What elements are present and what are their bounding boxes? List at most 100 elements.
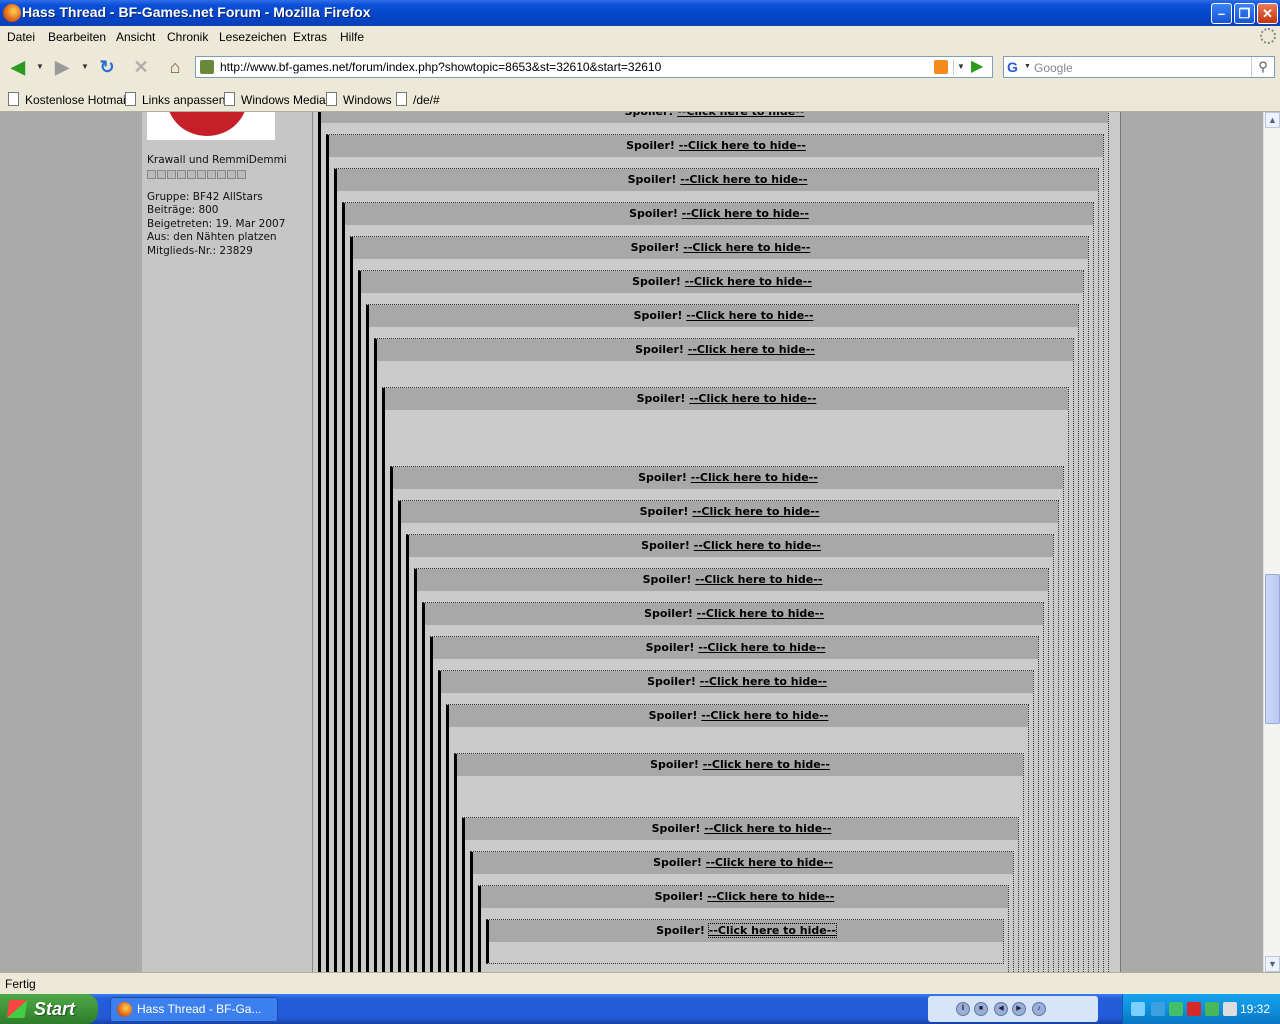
scroll-up-button[interactable]: ▲ (1265, 112, 1280, 128)
spoiler-toggle-link[interactable]: --Click here to hide-- (698, 641, 825, 654)
volume-button[interactable]: ♪ (1032, 1002, 1046, 1016)
bookmark-item[interactable]: Links anpassen (125, 92, 225, 107)
menu-datei[interactable]: Datei (7, 30, 35, 44)
bookmarks-toolbar: Kostenlose Hotmail Links anpassen Window… (0, 86, 1280, 112)
spoiler-label: Spoiler! (639, 505, 689, 518)
spoiler-label: Spoiler! (632, 275, 681, 288)
previous-button[interactable]: ◀ (994, 1002, 1008, 1016)
page-icon (396, 92, 407, 106)
spoiler-toggle-link[interactable]: --Click here to hide-- (707, 890, 834, 903)
spoiler-toggle-link[interactable]: --Click here to hide-- (689, 392, 816, 405)
stop-media-button[interactable]: ■ (974, 1002, 988, 1016)
spoiler-toggle-link[interactable]: --Click here to hide-- (691, 471, 818, 484)
spoiler-header: Spoiler! --Click here to hide-- (489, 920, 1003, 942)
member-number: Mitglieds-Nr.: 23829 (147, 244, 253, 257)
menu-lesezeichen[interactable]: Lesezeichen (219, 30, 286, 44)
quote-border (374, 339, 377, 972)
title-bar: Hass Thread - BF-Games.net Forum - Mozil… (0, 0, 1280, 26)
member-posts: Beiträge: 800 (147, 204, 219, 217)
menu-ansicht[interactable]: Ansicht (116, 30, 155, 44)
spoiler-label: Spoiler! (642, 573, 692, 586)
network-icon[interactable] (1151, 1002, 1165, 1016)
address-bar[interactable]: http://www.bf-games.net/forum/index.php?… (195, 56, 993, 78)
spoiler-toggle-link[interactable]: --Click here to hide-- (683, 241, 810, 254)
go-button[interactable]: ▶ (971, 58, 989, 76)
antivirus-icon[interactable] (1187, 1002, 1201, 1016)
spoiler-toggle-link[interactable]: --Click here to hide-- (679, 139, 806, 152)
spoiler-toggle-link[interactable]: --Click here to hide-- (704, 822, 831, 835)
clock: 19:32 (1239, 1002, 1270, 1016)
spoiler-toggle-link[interactable]: --Click here to hide-- (682, 207, 809, 220)
search-engine-dropdown[interactable]: ▼ (1024, 63, 1031, 70)
menu-chronik[interactable]: Chronik (167, 30, 208, 44)
bookmark-item[interactable]: Windows Media (224, 92, 326, 107)
forward-history-dropdown[interactable]: ▼ (81, 62, 89, 71)
spoiler-label: Spoiler! (629, 207, 678, 220)
spoiler-toggle-link[interactable]: --Click here to hide-- (688, 343, 815, 356)
spoiler-toggle-link[interactable]: --Click here to hide-- (703, 758, 830, 771)
spoiler-toggle-link[interactable]: --Click here to hide-- (692, 505, 819, 518)
quote-border (414, 569, 417, 972)
menu-bearbeiten[interactable]: Bearbeiten (48, 30, 106, 44)
taskbar-window-button[interactable]: Hass Thread - BF-Ga... (110, 997, 278, 1022)
spoiler-toggle-link[interactable]: --Click here to hide-- (685, 275, 812, 288)
next-button[interactable]: ▶ (1012, 1002, 1026, 1016)
spoiler-header: Spoiler! --Click here to hide-- (393, 467, 1063, 489)
messenger-icon[interactable] (1205, 1002, 1219, 1016)
spoiler-toggle-link[interactable]: --Click here to hide-- (701, 709, 828, 722)
spoiler-toggle-link[interactable]: --Click here to hide-- (694, 539, 821, 552)
spoiler-toggle-link[interactable]: --Click here to hide-- (707, 923, 837, 938)
start-button[interactable]: Start (0, 994, 98, 1024)
taskbar: Start Hass Thread - BF-Ga... ‖ ■ ◀ ▶ ♪ 1… (0, 994, 1280, 1024)
bookmark-item[interactable]: Kostenlose Hotmail (8, 92, 128, 107)
spoiler-header: Spoiler! --Click here to hide-- (433, 637, 1038, 659)
menu-extras[interactable]: Extras (293, 30, 327, 44)
spoiler-toggle-link[interactable]: --Click here to hide-- (706, 856, 833, 869)
bookmark-item[interactable]: Windows (326, 92, 392, 107)
system-tray: 19:32 (1122, 994, 1280, 1024)
restore-button[interactable]: ❐ (1234, 3, 1255, 24)
spoiler-toggle-link[interactable]: --Click here to hide-- (677, 112, 804, 118)
google-engine-icon[interactable]: G (1007, 59, 1023, 75)
spoiler-toggle-link[interactable]: --Click here to hide-- (695, 573, 822, 586)
vertical-scrollbar[interactable]: ▲ ▼ (1263, 112, 1280, 972)
scroll-down-button[interactable]: ▼ (1265, 956, 1280, 972)
tray-expand-icon[interactable] (1131, 1002, 1145, 1016)
stop-button[interactable]: ✕ (128, 54, 154, 80)
spoiler-header: Spoiler! --Click here to hide-- (473, 852, 1013, 874)
safely-remove-icon[interactable] (1223, 1002, 1237, 1016)
spoiler-toggle-link[interactable]: --Click here to hide-- (697, 607, 824, 620)
url-history-dropdown[interactable]: ▼ (953, 59, 968, 75)
home-button[interactable]: ⌂ (162, 54, 188, 80)
reload-button[interactable]: ↻ (94, 54, 120, 80)
scrollbar-thumb[interactable] (1265, 574, 1280, 724)
url-text[interactable]: http://www.bf-games.net/forum/index.php?… (220, 60, 661, 74)
search-input[interactable]: Google (1034, 61, 1073, 75)
back-history-dropdown[interactable]: ▼ (36, 62, 44, 71)
minimize-button[interactable]: – (1211, 3, 1232, 24)
spoiler-toggle-link[interactable]: --Click here to hide-- (686, 309, 813, 322)
search-box[interactable]: G ▼ Google ⚲ (1003, 56, 1275, 78)
page-icon (8, 92, 19, 106)
forward-button[interactable]: ▶ (49, 54, 75, 80)
spoiler-header: Spoiler! --Click here to hide-- (425, 603, 1043, 625)
search-icon[interactable]: ⚲ (1251, 57, 1274, 77)
spoiler-toggle-link[interactable]: --Click here to hide-- (680, 173, 807, 186)
taskbar-window-label: Hass Thread - BF-Ga... (137, 1002, 262, 1016)
spoiler-header: Spoiler! --Click here to hide-- (329, 135, 1103, 157)
pause-button[interactable]: ‖ (956, 1002, 970, 1016)
spoiler-label: Spoiler! (656, 924, 705, 937)
security-icon[interactable] (1169, 1002, 1183, 1016)
bookmark-item[interactable]: /de/# (396, 92, 440, 107)
close-button[interactable]: ✕ (1257, 3, 1278, 24)
spoiler-label: Spoiler! (645, 641, 695, 654)
spoiler-toggle-link[interactable]: --Click here to hide-- (700, 675, 827, 688)
post-author-column: Krawall und RemmiDemmi Gruppe: BF42 AllS… (142, 112, 313, 972)
rss-feed-icon[interactable] (934, 60, 948, 74)
throbber-icon (1260, 28, 1276, 44)
quote-border (366, 305, 369, 972)
author-profile: Krawall und RemmiDemmi Gruppe: BF42 AllS… (147, 154, 287, 259)
spoiler-header: Spoiler! --Click here to hide-- (337, 169, 1098, 191)
menu-hilfe[interactable]: Hilfe (340, 30, 364, 44)
back-button[interactable]: ◀ (5, 54, 31, 80)
